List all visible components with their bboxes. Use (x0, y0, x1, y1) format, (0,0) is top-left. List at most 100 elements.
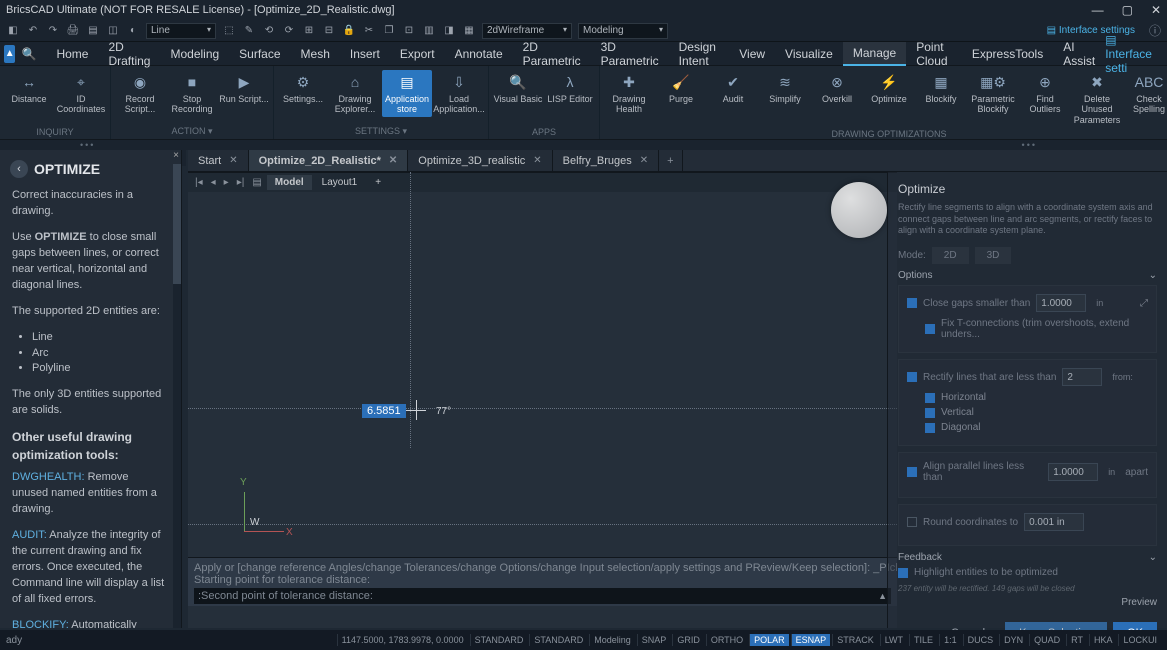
qat-icon[interactable]: ↶ (26, 24, 40, 38)
highlight-checkbox[interactable] (898, 568, 908, 578)
ribbon-load-application-[interactable]: ⇩Load Application... (434, 70, 484, 117)
diagonal-checkbox[interactable] (925, 423, 935, 433)
fix-t-checkbox[interactable] (925, 324, 935, 334)
align-input[interactable] (1048, 463, 1098, 481)
mode-2d-button[interactable]: 2D (932, 247, 969, 264)
close-gaps-input[interactable] (1036, 294, 1086, 312)
ribbon-run-script-[interactable]: ▶Run Script... (219, 70, 269, 106)
ribbon-record-script-[interactable]: ◉Record Script... (115, 70, 165, 117)
ribbon-find-outliers[interactable]: ⊕Find Outliers (1020, 70, 1070, 117)
menu-item-view[interactable]: View (729, 43, 775, 65)
window-maximize[interactable]: ▢ (1122, 3, 1133, 17)
ribbon-delete-unused-parameters[interactable]: ✖Delete Unused Parameters (1072, 70, 1122, 127)
qat-icon[interactable]: ✎ (242, 24, 256, 38)
status-toggle-dyn[interactable]: DYN (999, 634, 1027, 646)
document-tab[interactable]: Optimize_2D_Realistic*✕ (249, 150, 409, 171)
qat-icon[interactable]: ↷ (46, 24, 60, 38)
ribbon-check-spelling[interactable]: ABCCheck Spelling (1124, 70, 1167, 117)
ribbon-stop-recording[interactable]: ■Stop Recording (167, 70, 217, 117)
menu-item-home[interactable]: Home (46, 43, 98, 65)
ribbon-parametric-blockify[interactable]: ▦⚙Parametric Blockify (968, 70, 1018, 117)
document-tab[interactable]: Optimize_3D_realistic✕ (408, 150, 552, 171)
menu-item-point-cloud[interactable]: Point Cloud (906, 36, 962, 72)
qat-icon[interactable]: ⊞ (302, 24, 316, 38)
qat-icon[interactable]: 🔒 (342, 24, 356, 38)
status-toggle-lwt[interactable]: LWT (880, 634, 907, 646)
mode-3d-button[interactable]: 3D (975, 247, 1012, 264)
back-button[interactable]: ‹ (10, 160, 28, 178)
new-tab-button[interactable]: + (659, 150, 682, 171)
tab-close-icon[interactable]: ✕ (389, 155, 397, 166)
document-tab[interactable]: Belfry_Bruges✕ (553, 150, 659, 171)
navigation-ball[interactable] (831, 182, 887, 238)
tab-close-icon[interactable]: ✕ (229, 155, 237, 166)
menu-item-2d-drafting[interactable]: 2D Drafting (98, 36, 160, 72)
layout-add-button[interactable]: + (367, 175, 389, 190)
status-field[interactable]: STANDARD (529, 634, 587, 646)
status-toggle-1:1[interactable]: 1:1 (939, 634, 961, 646)
round-checkbox[interactable] (907, 517, 917, 527)
ribbon-audit[interactable]: ✔Audit (708, 70, 758, 106)
layout-last-icon[interactable]: ▸| (234, 177, 248, 188)
chevron-down-icon[interactable]: ⌄ (1149, 270, 1157, 281)
ribbon-optimize[interactable]: ⚡Optimize (864, 70, 914, 106)
vertical-checkbox[interactable] (925, 408, 935, 418)
search-icon[interactable]: 🔍 (21, 47, 36, 61)
qat-icon[interactable]: ▦ (462, 24, 476, 38)
ribbon-overkill[interactable]: ⊗Overkill (812, 70, 862, 106)
ribbon-drawing-health[interactable]: ✚Drawing Health (604, 70, 654, 117)
scrollbar[interactable] (173, 164, 181, 628)
ribbon-application-store[interactable]: ▤Application store (382, 70, 432, 117)
round-input[interactable] (1024, 513, 1084, 531)
status-toggle-strack[interactable]: STRACK (832, 634, 878, 646)
qat-icon[interactable]: ⊟ (322, 24, 336, 38)
menu-item-manage[interactable]: Manage (843, 42, 906, 66)
status-toggle-snap[interactable]: SNAP (637, 634, 671, 646)
menu-item-ai-assist[interactable]: AI Assist (1053, 36, 1105, 72)
menu-item-annotate[interactable]: Annotate (445, 43, 513, 65)
status-toggle-hka[interactable]: HKA (1089, 634, 1117, 646)
status-field[interactable]: Modeling (589, 634, 635, 646)
rectify-checkbox[interactable] (907, 372, 917, 382)
qat-icon[interactable]: ◨ (442, 24, 456, 38)
ribbon-visual-basic[interactable]: 🔍Visual Basic (493, 70, 543, 106)
pick-icon[interactable]: ⤢ (1140, 298, 1148, 309)
status-toggle-ducs[interactable]: DUCS (963, 634, 998, 646)
document-tab[interactable]: Start✕ (188, 150, 249, 171)
layout-first-icon[interactable]: |◂ (192, 177, 206, 188)
menu-item-expresstools[interactable]: ExpressTools (962, 43, 1053, 65)
layout-list-icon[interactable]: ▤ (249, 177, 264, 188)
horizontal-checkbox[interactable] (925, 393, 935, 403)
status-field[interactable]: STANDARD (470, 634, 528, 646)
menu-item-modeling[interactable]: Modeling (160, 43, 229, 65)
align-checkbox[interactable] (907, 467, 917, 477)
menu-item-2d-parametric[interactable]: 2D Parametric (513, 36, 591, 72)
menu-item-surface[interactable]: Surface (229, 43, 290, 65)
qat-icon[interactable]: 🖨 (66, 24, 80, 38)
layout-tab-model[interactable]: Model (267, 175, 312, 190)
app-logo[interactable]: ▲ (4, 45, 15, 63)
tab-close-icon[interactable]: ✕ (640, 155, 648, 166)
rectify-input[interactable] (1062, 368, 1102, 386)
menu-item-mesh[interactable]: Mesh (291, 43, 340, 65)
menu-item-export[interactable]: Export (390, 43, 445, 65)
layout-prev-icon[interactable]: ◂ (208, 177, 219, 188)
window-minimize[interactable]: — (1092, 3, 1104, 17)
drawing-canvas[interactable]: 6.5851 77° WXY Apply or [change referenc… (188, 172, 897, 628)
chevron-down-icon[interactable]: ⌄ (1149, 552, 1157, 563)
ribbon-simplify[interactable]: ≋Simplify (760, 70, 810, 106)
ribbon-settings-[interactable]: ⚙Settings... (278, 70, 328, 106)
status-toggle-esnap[interactable]: ESNAP (791, 634, 831, 646)
command-line[interactable]: Apply or [change reference Angles/change… (188, 557, 897, 606)
interface-right-link[interactable]: ▤ Interface setti (1105, 33, 1163, 75)
qat-icon[interactable]: ⟳ (282, 24, 296, 38)
ribbon-id-coordinates[interactable]: ⌖ID Coordinates (56, 70, 106, 117)
ribbon-drawing-explorer-[interactable]: ⌂Drawing Explorer... (330, 70, 380, 117)
close-gaps-checkbox[interactable] (907, 298, 917, 308)
qat-icon[interactable]: ◧ (6, 24, 20, 38)
status-toggle-rt[interactable]: RT (1066, 634, 1087, 646)
menu-item-visualize[interactable]: Visualize (775, 43, 843, 65)
qat-icon[interactable]: ⊡ (402, 24, 416, 38)
menu-item-3d-parametric[interactable]: 3D Parametric (591, 36, 669, 72)
command-expand-icon[interactable]: ▲ (878, 591, 887, 601)
